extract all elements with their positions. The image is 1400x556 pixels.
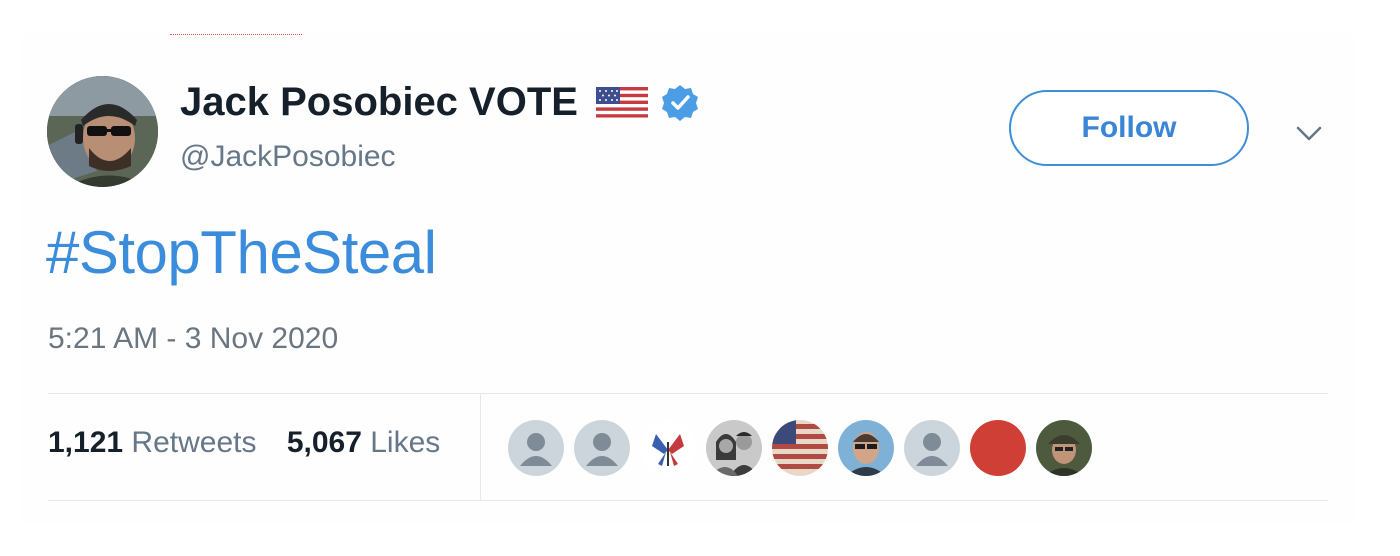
divider [48,393,1328,394]
man-with-sunglasses-avatar[interactable] [838,420,894,476]
tweet-stats: 1,121 Retweets 5,067 Likes [48,426,440,460]
tweet-timestamp[interactable]: 5:21 AM - 3 Nov 2020 [48,322,338,356]
likes-stat[interactable]: 5,067 Likes [287,426,440,460]
follow-button[interactable]: Follow [1009,90,1249,166]
butterfly-flag-avatar[interactable] [640,420,696,476]
likes-count: 5,067 [286,426,362,459]
retweets-label: Retweets [131,426,257,459]
default-avatar-icon[interactable] [574,420,630,476]
us-flag-icon [595,86,648,121]
author-display-name[interactable]: Jack Posobiec VOTE [180,80,578,125]
retweets-count: 1,121 [48,426,124,459]
author-display-name-row[interactable]: Jack Posobiec VOTE [180,80,700,125]
retweets-stat[interactable]: 1,121 Retweets [48,426,256,460]
verified-badge-icon [660,83,700,123]
author-handle[interactable]: @JackPosobiec [180,140,396,174]
hashtag-link[interactable]: #StopTheSteal [46,218,437,287]
author-avatar[interactable] [47,76,158,187]
divider [48,500,1328,501]
vertical-divider [480,394,481,500]
likes-label: Likes [370,426,441,459]
american-flag-avatar[interactable] [772,420,828,476]
man-with-cap-avatar[interactable] [1036,420,1092,476]
default-avatar-icon[interactable] [508,420,564,476]
couple-photo-avatar[interactable] [706,420,762,476]
red-circle-avatar[interactable] [970,420,1026,476]
default-avatar-icon[interactable] [904,420,960,476]
chevron-down-icon[interactable] [1293,118,1325,150]
dotted-divider [170,34,302,35]
